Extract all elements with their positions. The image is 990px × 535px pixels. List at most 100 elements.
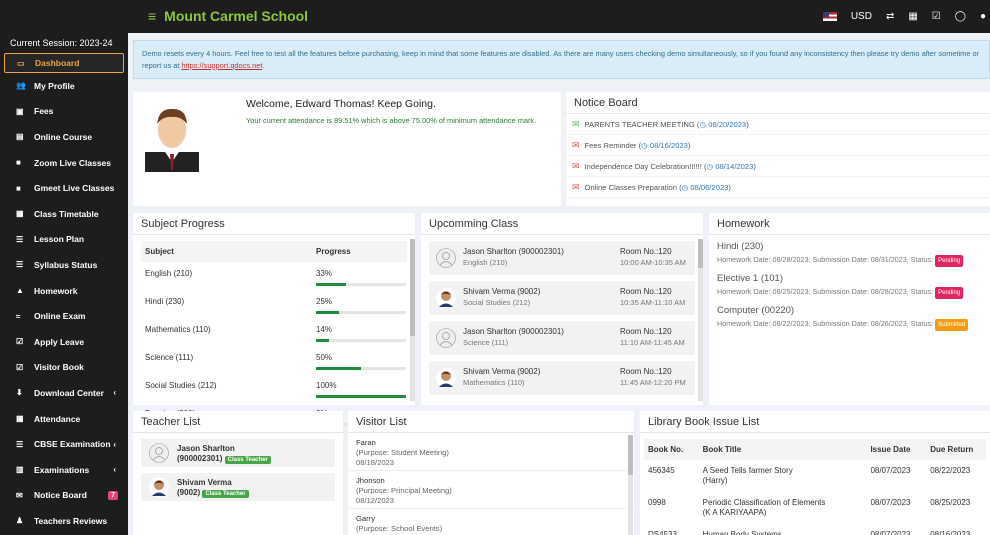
sidebar-item-homework[interactable]: ▲ Homework — [0, 278, 128, 304]
support-link[interactable]: https://support.qdocs.net — [181, 61, 262, 70]
list-icon: ☰ — [16, 234, 24, 244]
teacher-avatar — [436, 368, 456, 388]
class-teacher-badge: Class Teacher — [202, 490, 249, 498]
notice-board-panel: Notice Board ✉ PARENTS TEACHER MEETING (◷… — [566, 92, 990, 206]
table-row: Hindi (230) 25% — [141, 290, 407, 318]
video-icon: ■ — [16, 183, 21, 193]
sidebar-item-dashboard[interactable]: ▭ Dashboard — [4, 53, 124, 73]
user-menu-icon[interactable]: ● — [980, 11, 986, 22]
calendar-icon[interactable]: ▦ — [908, 11, 917, 22]
homework-item[interactable]: Hindi (230) Homework Date: 08/28/2023, S… — [709, 241, 990, 267]
check-square-icon: ☑ — [16, 362, 24, 372]
homework-item[interactable]: Computer (00220) Homework Date: 08/22/20… — [709, 305, 990, 331]
sidebar-item-label: Visitor Book — [34, 362, 84, 373]
visitor-item[interactable]: Faran (Purpose: Student Meeting) 08/18/2… — [348, 433, 634, 471]
sidebar-item-online-exam[interactable]: ≈ Online Exam — [0, 303, 128, 329]
top-icons: USD ⇄ ▦ ☑ ◯ ● — [822, 0, 990, 33]
sidebar-item-syllabus-status[interactable]: ☰ Syllabus Status — [0, 252, 128, 278]
visitor-name: Faran — [356, 438, 376, 447]
teacher-avatar — [149, 477, 169, 497]
clock-icon: ◷ — [699, 119, 707, 129]
homework-title: Homework — [709, 213, 990, 235]
class-room: Room No.:120 — [620, 327, 672, 336]
issue-date: 08/07/2023 — [870, 466, 911, 475]
upcoming-class-card[interactable]: Jason Sharlton (900002301) English (210)… — [429, 241, 695, 275]
book-title-cell: Periodic Classification of Elements (K A … — [699, 492, 867, 524]
issue-date: 08/07/2023 — [870, 498, 911, 507]
teacher-card[interactable]: Jason Sharlton (900002301) Class Teacher — [141, 439, 335, 467]
class-teacher: Shivam Verma (9002) — [463, 287, 541, 296]
progress-fill — [316, 395, 406, 398]
library-col-header: Book Title — [698, 439, 867, 460]
sidebar-item-lesson-plan[interactable]: ☰ Lesson Plan — [0, 227, 128, 253]
visitor-item[interactable]: Jhonson (Purpose: Principal Meeting) 08/… — [348, 471, 634, 509]
library-col-header: Book No. — [644, 439, 699, 460]
table-row: 456345 A Seed Tells farmer Story (Harry) … — [644, 460, 986, 492]
sidebar-item-download-center[interactable]: ⬇ Download Center ‹ — [0, 380, 128, 406]
upcoming-class-card[interactable]: Jason Sharlton (900002301) Science (111)… — [429, 321, 695, 355]
upcoming-class-card[interactable]: Shivam Verma (9002) Mathematics (110) Ro… — [429, 361, 695, 395]
sidebar-item-online-course[interactable]: ▤ Online Course — [0, 124, 128, 150]
visitor-scrollbar[interactable] — [628, 435, 633, 535]
checkbox-icon[interactable]: ☑ — [932, 11, 941, 22]
progress-bar — [316, 311, 406, 314]
notice-item[interactable]: ✉ Fees Reminder (◷ 08/16/2023) — [566, 135, 990, 156]
check-square-icon: ☑ — [16, 337, 24, 347]
sidebar-item-visitor-book[interactable]: ☑ Visitor Book — [0, 355, 128, 381]
brand: ≡ Mount Carmel School — [148, 8, 308, 24]
library-col-header: Issue Date — [866, 439, 927, 460]
sidebar-item-gmeet-live-classes[interactable]: ■ Gmeet Live Classes — [0, 175, 128, 201]
school-name[interactable]: Mount Carmel School — [164, 8, 308, 24]
sidebar-item-label: Zoom Live Classes — [34, 157, 112, 168]
swap-icon[interactable]: ⇄ — [886, 11, 894, 22]
us-flag-icon[interactable] — [822, 12, 837, 21]
sidebar-item-label: Fees — [34, 106, 54, 117]
sidebar-item-examinations[interactable]: ▥ Examinations ‹ — [0, 457, 128, 483]
teacher-id-row: (9002) Class Teacher — [177, 488, 249, 498]
visitor-name: Garry — [356, 514, 375, 523]
table-row: Mathematics (110) 14% — [141, 318, 407, 346]
homework-details: Homework Date: 08/28/2023, Submission Da… — [717, 255, 982, 267]
currency-selector[interactable]: USD — [851, 11, 872, 22]
status-badge: Pending — [935, 287, 964, 299]
hamburger-icon[interactable]: ≡ — [148, 8, 156, 24]
sidebar-item-label: Syllabus Status — [34, 259, 98, 270]
visitor-purpose: (Purpose: Student Meeting) — [356, 448, 449, 457]
homework-dates: Homework Date: 08/28/2023, Submission Da… — [717, 255, 934, 264]
class-time: 11:10 AM-11:45 AM — [620, 338, 685, 347]
teacher-card[interactable]: Shivam Verma (9002) Class Teacher — [141, 473, 335, 501]
sidebar-item-fees[interactable]: ▣ Fees — [0, 99, 128, 125]
notice-item[interactable]: ✉ Online Classes Preparation (◷ 08/06/202… — [566, 177, 990, 198]
flask-icon: ▲ — [16, 286, 24, 296]
clock-icon: ◷ — [681, 182, 689, 192]
sidebar-item-attendance[interactable]: ▦ Attendance — [0, 406, 128, 432]
download-icon: ⬇ — [16, 388, 23, 398]
sidebar-item-teachers-reviews[interactable]: ♟ Teachers Reviews — [0, 508, 128, 534]
upcoming-scrollbar[interactable] — [698, 239, 703, 401]
homework-details: Homework Date: 08/25/2023, Submission Da… — [717, 287, 982, 299]
notice-date: 08/14/2023 — [715, 161, 754, 171]
subject-scrollbar[interactable] — [410, 239, 415, 401]
sidebar-item-apply-leave[interactable]: ☑ Apply Leave — [0, 329, 128, 355]
due-return: 08/16/2023 — [930, 530, 971, 535]
book-no: 456345 — [648, 466, 675, 475]
sidebar-item-cbse-examination[interactable]: ☰ CBSE Examination ‹ — [0, 431, 128, 457]
progress-cell: 100% — [316, 374, 407, 402]
sidebar-item-my-profile[interactable]: 👥 My Profile — [0, 73, 128, 99]
upcoming-class-card[interactable]: Shivam Verma (9002) Social Studies (212)… — [429, 281, 695, 315]
notice-item[interactable]: ✉ Independence Day Celebration!!!!!! (◷ 0… — [566, 156, 990, 177]
homework-details: Homework Date: 08/22/2023, Submission Da… — [717, 319, 982, 331]
homework-item[interactable]: Elective 1 (101) Homework Date: 08/25/20… — [709, 273, 990, 299]
notice-item[interactable]: ✉ PARENTS TEACHER MEETING (◷ 08/20/2023) — [566, 114, 990, 135]
subject-name: English (210) — [145, 269, 193, 278]
visitor-item[interactable]: Garry (Purpose: School Events) — [348, 509, 634, 535]
sidebar-item-zoom-live-classes[interactable]: ■ Zoom Live Classes — [0, 150, 128, 176]
visitor-purpose: (Purpose: Principal Meeting) — [356, 486, 452, 495]
whatsapp-icon[interactable]: ◯ — [955, 11, 966, 22]
video-icon: ■ — [16, 158, 21, 168]
sidebar-item-notice-board[interactable]: ✉ Notice Board 7 — [0, 483, 128, 509]
visitor-list-title: Visitor List — [348, 411, 634, 433]
sidebar-item-class-timetable[interactable]: ▦ Class Timetable — [0, 201, 128, 227]
book-title-cell: A Seed Tells farmer Story (Harry) — [699, 460, 867, 492]
progress-fill — [316, 311, 339, 314]
